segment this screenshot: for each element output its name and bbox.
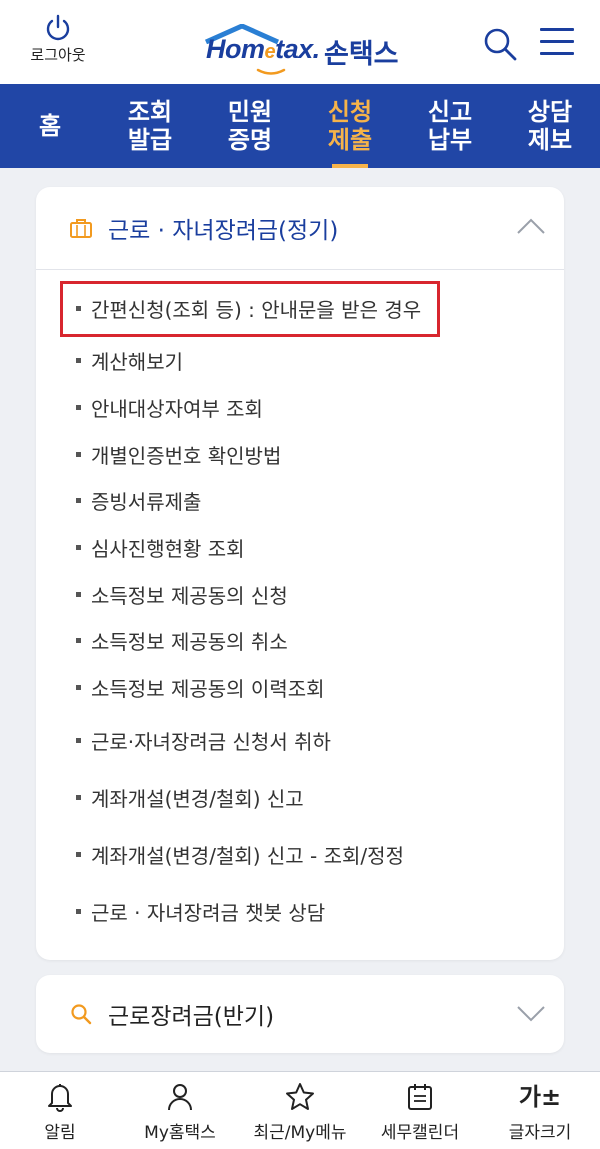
logout-button[interactable]: 로그아웃 (22, 14, 94, 65)
calendar-icon (408, 1084, 432, 1110)
search-icon (484, 28, 517, 61)
nav-inquiry-issue[interactable]: 조회 발급 (100, 84, 200, 168)
bell-icon (48, 1084, 72, 1112)
tab-label: My홈택스 (144, 1123, 216, 1143)
list-item[interactable]: 계좌개설(변경/철회) 신고 (76, 783, 304, 812)
tab-label: 세무캘린더 (380, 1123, 460, 1143)
logo-brand: Hometax. (206, 34, 320, 64)
list-item[interactable]: 증빙서류제출 (76, 486, 201, 515)
list-item[interactable]: 계좌개설(변경/철회) 신고 - 조회/정정 (76, 840, 404, 869)
tab-recent-my-menu[interactable]: 최근/My메뉴 (240, 1072, 360, 1149)
search-icon (68, 1001, 94, 1027)
logo-smile-icon (256, 68, 286, 75)
tab-tax-calendar[interactable]: 세무캘린더 (360, 1072, 480, 1149)
list-item[interactable]: 소득정보 제공동의 취소 (76, 626, 288, 655)
logo-sub: 손택스 (324, 39, 399, 70)
tab-notifications[interactable]: 알림 (0, 1072, 120, 1149)
nav-report-pay[interactable]: 신고 납부 (400, 84, 500, 168)
list-item[interactable]: 소득정보 제공동의 신청 (76, 580, 288, 609)
section-header[interactable]: 근로 · 자녀장려금(정기) (36, 187, 564, 269)
divider (36, 269, 564, 270)
hamburger-menu-icon (540, 28, 574, 55)
section-card-eitc-half: 근로장려금(반기) (36, 975, 564, 1053)
star-icon (286, 1083, 314, 1110)
list-item[interactable]: 소득정보 제공동의 이력조회 (76, 673, 325, 702)
list-item[interactable]: 심사진행현황 조회 (76, 533, 245, 562)
main-nav: 홈 조회 발급 민원 증명 신청 제출 신고 납부 상담 제보 (0, 84, 600, 168)
nav-civil-certificate[interactable]: 민원 증명 (200, 84, 300, 168)
nav-consult-report[interactable]: 상담 제보 (500, 84, 600, 168)
logout-label: 로그아웃 (30, 46, 86, 64)
chevron-down-icon[interactable] (516, 1005, 546, 1023)
tab-label: 알림 (44, 1123, 76, 1143)
nav-home[interactable]: 홈 (0, 84, 100, 168)
hometax-logo[interactable]: Hometax. 손택스 (200, 20, 410, 75)
font-size-icon: 가± (518, 1083, 562, 1111)
chevron-up-icon[interactable] (516, 217, 546, 235)
tab-my-hometax[interactable]: My홈택스 (120, 1072, 240, 1149)
list-item[interactable]: 계산해보기 (76, 346, 183, 375)
list-item[interactable]: 개별인증번호 확인방법 (76, 440, 281, 469)
search-button[interactable] (482, 26, 518, 62)
list-item[interactable]: 근로 · 자녀장려금 챗봇 상담 (76, 897, 325, 926)
list-item[interactable]: 간편신청(조회 등) : 안내문을 받은 경우 (76, 294, 421, 323)
tab-font-size[interactable]: 가± 글자크기 (480, 1072, 600, 1149)
app-header: 로그아웃 Hometax. 손택스 (0, 0, 600, 84)
nav-apply-submit[interactable]: 신청 제출 (300, 84, 400, 168)
briefcase-icon (68, 215, 94, 241)
section-title: 근로 · 자녀장려금(정기) (108, 218, 339, 244)
person-icon (168, 1084, 192, 1111)
section-card-eitc-regular: 근로 · 자녀장려금(정기) 간편신청(조회 등) : 안내문을 받은 경우 계… (36, 187, 564, 960)
list-item[interactable]: 안내대상자여부 조회 (76, 393, 263, 422)
bottom-tab-bar: 알림 My홈택스 최근/My메뉴 세무캘린더 가± 글자크기 (0, 1071, 600, 1149)
menu-button[interactable] (540, 28, 574, 58)
tab-label: 최근/My메뉴 (253, 1123, 347, 1143)
power-icon (46, 14, 70, 41)
section-header[interactable]: 근로장려금(반기) (36, 975, 564, 1053)
tab-label: 글자크기 (508, 1123, 572, 1143)
section-title: 근로장려금(반기) (108, 1004, 275, 1030)
list-item[interactable]: 근로·자녀장려금 신청서 취하 (76, 726, 331, 755)
